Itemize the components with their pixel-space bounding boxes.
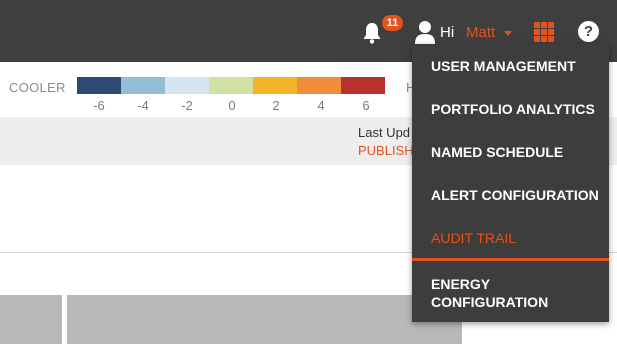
legend-swatch: [77, 77, 121, 94]
user-icon[interactable]: [414, 20, 436, 44]
legend-swatch: [165, 77, 209, 94]
legend-cooler-label: COOLER: [9, 80, 66, 95]
content-panel: [67, 295, 462, 344]
publish-link[interactable]: PUBLISH: [358, 143, 414, 158]
legend-tick: 6: [362, 98, 370, 113]
legend-tick: 0: [228, 98, 236, 113]
last-updated-label: Last Upd: [358, 125, 411, 140]
menu-item-user-management[interactable]: USER MANAGEMENT: [412, 57, 609, 75]
legend-swatch: [341, 77, 385, 94]
legend-tick: -6: [93, 98, 105, 113]
temperature-color-legend: [77, 77, 385, 94]
help-icon[interactable]: ?: [578, 21, 599, 42]
user-dropdown-menu: USER MANAGEMENT PORTFOLIO ANALYTICS NAME…: [412, 44, 609, 322]
menu-item-portfolio-analytics[interactable]: PORTFOLIO ANALYTICS: [412, 100, 609, 118]
active-item-underline: [412, 258, 609, 261]
caret-down-icon[interactable]: [504, 31, 512, 36]
greeting-text: Hi: [440, 24, 455, 41]
menu-item-named-schedule[interactable]: NAMED SCHEDULE: [412, 143, 609, 161]
legend-tick: -2: [181, 98, 193, 113]
legend-tick: -4: [137, 98, 149, 113]
legend-tick: 2: [272, 98, 280, 113]
apps-grid-icon[interactable]: [534, 22, 554, 42]
legend-swatch: [297, 77, 341, 94]
notification-count-badge: 11: [382, 15, 403, 31]
content-panel: [0, 295, 62, 344]
legend-tick: 4: [317, 98, 325, 113]
legend-swatch: [253, 77, 297, 94]
menu-item-energy-configuration[interactable]: ENERGY CONFIGURATION: [412, 275, 572, 311]
menu-item-audit-trail[interactable]: AUDIT TRAIL: [412, 229, 609, 247]
username-menu-toggle[interactable]: Matt: [466, 24, 495, 41]
bell-icon[interactable]: [360, 21, 384, 45]
menu-item-alert-configuration[interactable]: ALERT CONFIGURATION: [412, 186, 609, 204]
legend-swatch: [121, 77, 165, 94]
legend-swatch: [209, 77, 253, 94]
